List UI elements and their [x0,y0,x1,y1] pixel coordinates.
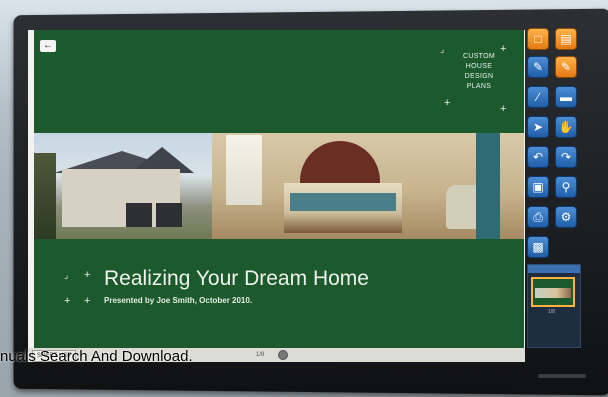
tool-palette: □ ▤ ✎ ✎ ∕ ▬ ➤ ✋ ↶ ↷ ▣ ⚲ ⎙ ⚙ ▩ 1/8 [527,28,583,348]
pen-icon[interactable]: ✎ [527,56,549,78]
print-icon[interactable]: ⎙ [527,206,549,228]
plus-decor-icon: + [84,269,91,281]
pointer-icon[interactable]: ➤ [527,116,549,138]
next-page-icon[interactable] [278,350,288,360]
slide-title: Realizing Your Dream Home [104,267,369,290]
plus-decor-icon: + [84,295,91,307]
redo-icon[interactable]: ↷ [555,146,577,168]
page-thumbnail-panel: 1/8 [527,264,581,348]
line-icon[interactable]: ∕ [527,86,549,108]
thumbnail-photo-strip [535,288,571,298]
undo-icon[interactable]: ↶ [527,146,549,168]
monitor-brand-strip [538,374,586,378]
folder-icon[interactable]: ▤ [555,28,577,50]
whiteboard-screen: ← CUSTOM HOUSE DESIGN PLANS ⌟ + + + ⌟ + … [28,30,525,362]
highlighter-icon[interactable]: ✎ [555,56,577,78]
corner-mark-icon: ⌟ [64,270,69,280]
presentation-slide: ← CUSTOM HOUSE DESIGN PLANS ⌟ + + + ⌟ + … [34,30,524,348]
bed-cover [290,193,396,211]
garage-door [126,203,152,227]
capture-icon[interactable]: ▣ [527,176,549,198]
brand-line: HOUSE [465,63,493,70]
brand-line: DESIGN [464,73,494,80]
eraser-icon[interactable]: ▬ [555,86,577,108]
thumbnail-page-label: 1/8 [548,309,555,315]
plus-decor-icon: + [500,43,507,55]
curtain-shape [476,133,500,239]
back-arrow-icon[interactable]: ← [40,40,56,52]
garage-door [156,203,182,227]
page-thumbnail[interactable] [531,277,575,307]
house-exterior-photo [34,133,212,239]
plus-decor-icon: + [444,97,451,109]
slide-subtitle: Presented by Joe Smith, October 2010. [104,296,253,305]
tree-shape [34,153,56,239]
screen-icon[interactable]: ▩ [527,236,549,258]
thumbnail-header [528,265,580,273]
brand-line: PLANS [466,83,492,90]
hand-icon[interactable]: ✋ [555,116,577,138]
brand-block: CUSTOM HOUSE DESIGN PLANS [444,52,514,92]
corner-mark-icon: ⌟ [440,44,445,54]
watermark-text: nuals Search And Download. [0,348,193,365]
window-shape [226,135,262,205]
page-indicator: 1/8 [256,352,265,358]
bed-headboard [300,141,380,189]
settings-icon[interactable]: ⚙ [555,206,577,228]
bedroom-photo [212,133,524,239]
zoom-icon[interactable]: ⚲ [555,176,577,198]
plus-decor-icon: + [64,295,71,307]
plus-decor-icon: + [500,103,507,115]
new-page-icon[interactable]: □ [527,28,549,50]
